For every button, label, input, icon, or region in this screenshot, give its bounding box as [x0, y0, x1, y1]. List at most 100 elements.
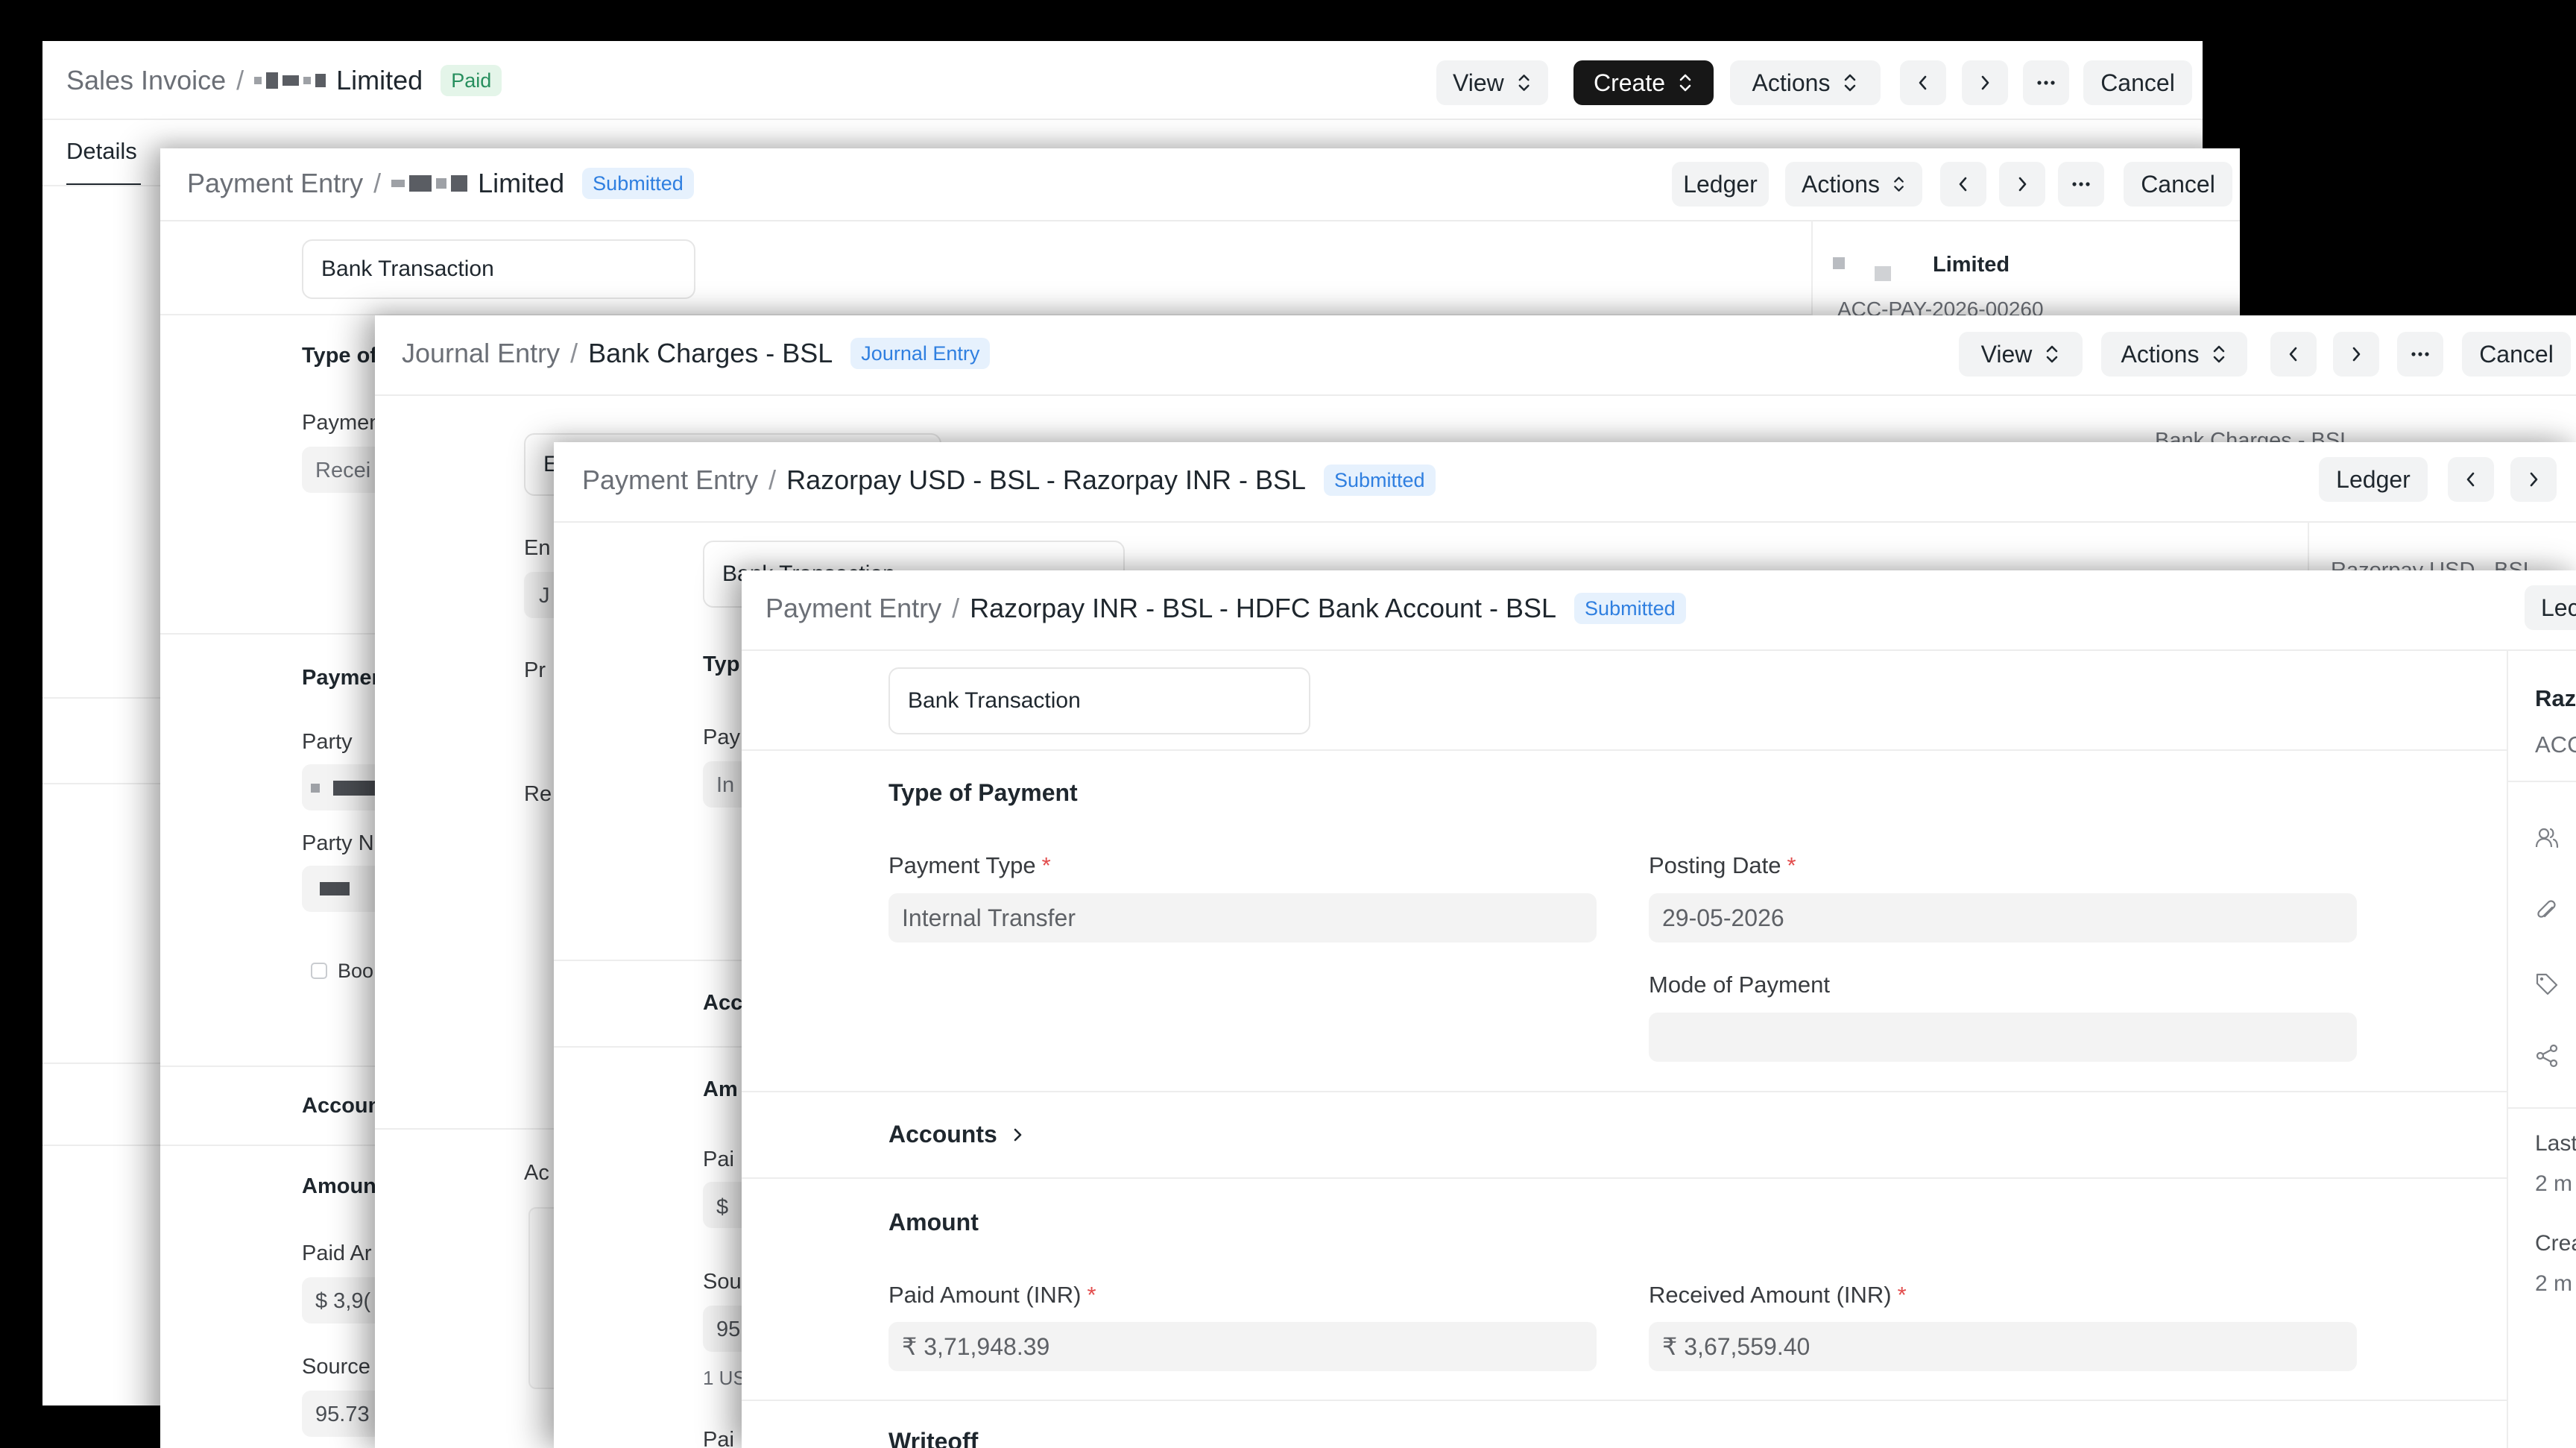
next-button[interactable] [1999, 162, 2045, 207]
create-button[interactable]: Create [1573, 60, 1714, 105]
more-options-button[interactable] [2058, 162, 2104, 207]
source-exchange-rate-label: Source [302, 1355, 370, 1379]
users-icon[interactable] [2534, 825, 2560, 851]
ledger-button[interactable]: Lec [2525, 585, 2576, 630]
paid-amount-label: Pai [703, 1148, 734, 1171]
amount-label: Am [703, 1077, 738, 1101]
writeoff-section-title: Writeoff [888, 1428, 979, 1448]
actions-button[interactable]: Actions [1785, 162, 1922, 207]
previous-button[interactable] [1900, 60, 1946, 105]
more-options-button[interactable] [2397, 332, 2443, 377]
next-button[interactable] [2510, 457, 2557, 502]
chevron-right-icon [1981, 75, 1989, 90]
paid-amount-label: Paid Ar [302, 1241, 372, 1265]
view-button[interactable]: View [1959, 332, 2083, 377]
created-label: Crea [2535, 1231, 2576, 1256]
status-badge: Submitted [1324, 465, 1436, 496]
journal-entry-header: Journal Entry / Bank Charges - BSL Journ… [375, 315, 2576, 396]
chevron-up-down-icon [2214, 345, 2225, 363]
accounts-label: Acc [703, 991, 743, 1015]
ledger-button[interactable]: Ledger [2319, 457, 2428, 502]
payment-entry-window-3: Payment Entry / Razorpay INR - BSL - HDF… [742, 570, 2576, 1448]
paid-amount-value: $ 3,9( [315, 1289, 371, 1313]
status-badge: Submitted [582, 168, 694, 199]
bank-transaction-link[interactable]: Bank Transaction [888, 667, 1310, 734]
breadcrumb-root[interactable]: Payment Entry [582, 465, 758, 496]
accounts-section-title: Accounts [888, 1121, 997, 1148]
actions-button[interactable]: Actions [2101, 332, 2247, 377]
breadcrumb-root[interactable]: Sales Invoice [66, 65, 226, 96]
posting-date-field[interactable]: 29-05-2026 [1649, 893, 2357, 942]
book-advance-label: Boo [338, 960, 374, 982]
divider [42, 1145, 177, 1146]
cancel-button[interactable]: Cancel [2083, 60, 2192, 105]
paid-amount-field[interactable]: ₹ 3,71,948.39 [888, 1322, 1597, 1371]
payment-type-label: Payment Type * [888, 852, 1051, 878]
type-of-payment-label: Type of [302, 344, 377, 368]
breadcrumb-root[interactable]: Payment Entry [187, 168, 363, 199]
reference-label: Re [524, 782, 552, 806]
book-advance-checkbox[interactable] [311, 963, 327, 979]
created-time: 2 m [2535, 1271, 2573, 1296]
more-options-button[interactable] [2023, 60, 2069, 105]
source-exchange-rate-value: 95.73 [315, 1403, 370, 1426]
view-button[interactable]: View [1436, 60, 1548, 105]
share-icon[interactable] [2534, 1043, 2560, 1068]
cancel-button[interactable]: Cancel [2124, 162, 2232, 207]
page-title: Razorpay INR - BSL - HDFC Bank Account -… [970, 593, 1557, 623]
divider [742, 1177, 2507, 1179]
chevron-left-icon [1959, 177, 1967, 192]
redacted-customer-name [254, 72, 326, 89]
redacted-party-name [320, 882, 350, 895]
chevron-left-icon [1919, 75, 1927, 90]
paid-amount-label: Paid Amount (INR) * [888, 1282, 1096, 1308]
next-button[interactable] [1962, 60, 2008, 105]
divider [42, 697, 177, 699]
accounts-section-toggle[interactable]: Accounts [888, 1121, 1026, 1148]
accounts-section-label: Accoun [302, 1094, 382, 1118]
actions-button[interactable]: Actions [1730, 60, 1881, 105]
divider [160, 633, 399, 635]
breadcrumb: Payment Entry / Razorpay USD - BSL - Raz… [582, 462, 1436, 499]
redacted-sidebar-mark [1875, 266, 1891, 281]
tab-details[interactable]: Details [66, 138, 137, 165]
next-button[interactable] [2333, 332, 2379, 377]
chevron-up-down-icon [1845, 74, 1856, 92]
previous-button[interactable] [2448, 457, 2494, 502]
chevron-up-down-icon [1894, 177, 1904, 192]
paperclip-icon[interactable] [2534, 898, 2560, 924]
received-amount-label: Received Amount (INR) * [1649, 1282, 1907, 1308]
sidebar-title: Raz [2535, 685, 2576, 711]
sidebar-title: Limited [1933, 253, 2010, 277]
payment-type-field[interactable]: Internal Transfer [888, 893, 1597, 942]
chevron-up-down-icon [2047, 345, 2058, 363]
bank-transaction-link[interactable]: Bank Transaction [302, 239, 695, 299]
redacted-party-name [391, 175, 468, 192]
divider [160, 1065, 399, 1067]
previous-button[interactable] [1940, 162, 1986, 207]
divider [2507, 1107, 2576, 1109]
divider [160, 1145, 399, 1146]
mode-of-payment-field[interactable] [1649, 1013, 2357, 1062]
status-badge: Journal Entry [850, 338, 991, 369]
payment-type-value: In [716, 773, 735, 797]
breadcrumb-root[interactable]: Journal Entry [402, 338, 560, 369]
sidebar-divider [2507, 649, 2508, 1448]
mode-of-payment-label: Mode of Payment [1649, 972, 1830, 998]
divider [742, 1091, 2507, 1092]
received-amount-field[interactable]: ₹ 3,67,559.40 [1649, 1322, 2357, 1371]
breadcrumb-root[interactable]: Payment Entry [765, 593, 941, 624]
type-of-payment-section-title: Type of Payment [888, 779, 1078, 806]
page-title: Bank Charges - BSL [588, 338, 833, 368]
payment-from-to-label: Paymen [302, 666, 385, 690]
chevron-left-icon [2466, 472, 2475, 487]
cancel-button[interactable]: Cancel [2462, 332, 2571, 377]
divider [2507, 781, 2576, 782]
amount-section-label: Amoun [302, 1174, 376, 1198]
page-title: Razorpay USD - BSL - Razorpay INR - BSL [786, 465, 1306, 495]
ledger-button[interactable]: Ledger [1672, 162, 1769, 207]
breadcrumb: Payment Entry / Limited Submitted [187, 165, 694, 202]
previous-button[interactable] [2270, 332, 2317, 377]
breadcrumb: Journal Entry / Bank Charges - BSL Journ… [402, 335, 991, 372]
tag-icon[interactable] [2534, 972, 2560, 997]
